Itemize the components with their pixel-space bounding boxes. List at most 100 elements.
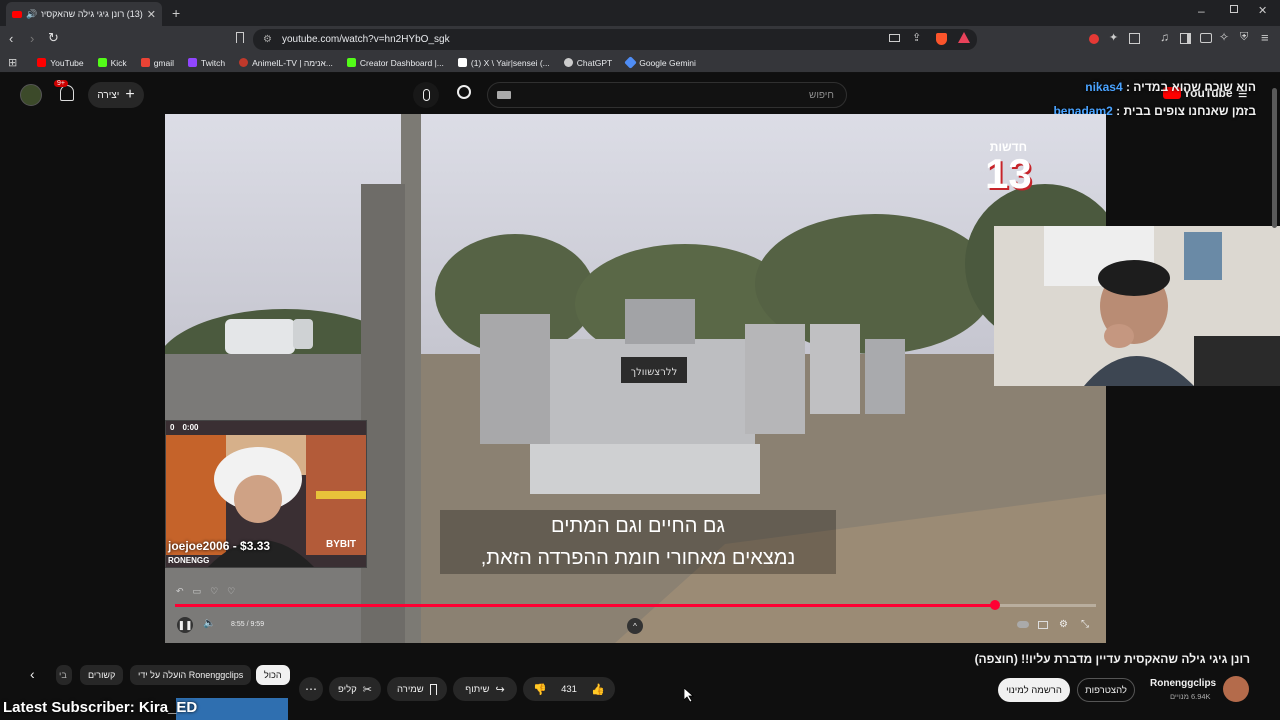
- plus-icon: +: [125, 86, 135, 103]
- time-display: 8:55 / 9:59: [231, 621, 265, 628]
- screen-cast-icon[interactable]: [889, 34, 900, 42]
- volume-icon[interactable]: 🔈: [203, 618, 215, 629]
- close-tab-icon[interactable]: ✕: [147, 8, 156, 21]
- chat-message: הוא שוכח שהוא במדיה :: [1125, 80, 1256, 94]
- bookmark-label: Creator Dashboard |...: [359, 57, 444, 68]
- screenshot-icon[interactable]: [1129, 33, 1140, 44]
- rewards-icon[interactable]: [958, 32, 970, 43]
- like-small-icon[interactable]: ♡: [227, 586, 235, 597]
- forward-icon[interactable]: ›: [30, 31, 34, 46]
- create-button[interactable]: יצירה +: [88, 82, 144, 108]
- bookmark-page-icon[interactable]: [236, 32, 244, 43]
- clip-button[interactable]: קליפ ✂: [329, 677, 381, 701]
- x-icon: [457, 58, 467, 67]
- bookmark-gemini[interactable]: Google Gemini: [624, 56, 696, 69]
- chat-line: nikas4 הוא שוכח שהוא במדיה :: [1085, 80, 1256, 94]
- page-scrollbar[interactable]: [1272, 88, 1277, 228]
- progress-handle[interactable]: [989, 600, 1000, 610]
- mouse-cursor-icon: [684, 688, 694, 702]
- bookmark-youtube[interactable]: YouTube: [37, 57, 84, 68]
- avatar[interactable]: [20, 84, 42, 106]
- menu-icon[interactable]: ≡: [1261, 30, 1269, 45]
- bookmark-label: ChatGPT: [576, 57, 613, 68]
- site-info-icon[interactable]: ⚙: [263, 34, 272, 45]
- chevron-up-icon[interactable]: ^: [627, 618, 643, 634]
- dislike-small-icon[interactable]: ♡: [210, 586, 218, 597]
- youtube-favicon-icon: [12, 10, 22, 18]
- search-placeholder: חיפוש: [809, 89, 834, 101]
- subscribe-button[interactable]: הרשמה למינוי: [998, 678, 1070, 702]
- url-field[interactable]: ⚙ youtube.com/watch?v=hn2HYbO_sgk: [253, 29, 977, 50]
- fullscreen-exit-icon[interactable]: ⤡: [1081, 619, 1089, 630]
- chip-uploaded-by[interactable]: Ronenggclips הועלה על ידי: [130, 665, 252, 685]
- chip-label: Ronenggclips הועלה על ידי: [138, 670, 244, 680]
- save-label: שמירה: [397, 683, 424, 695]
- bookmark-creator-dashboard[interactable]: Creator Dashboard |...: [346, 57, 444, 68]
- share-page-icon[interactable]: ⇪: [912, 31, 921, 44]
- settings-icon[interactable]: ⚙: [1059, 619, 1068, 630]
- bookmark-label: Kick: [110, 57, 127, 68]
- more-icon: ⋯: [305, 682, 317, 696]
- sidebar-icon[interactable]: [1180, 33, 1191, 44]
- channel-avatar[interactable]: [1223, 676, 1249, 702]
- bookmark-gmail[interactable]: gmail: [140, 57, 174, 68]
- bookmark-twitch[interactable]: Twitch: [188, 58, 225, 68]
- bookmark-x[interactable]: (1) X \ Yair|sensei (...: [457, 58, 550, 68]
- progress-fill: [175, 604, 995, 607]
- chip-related[interactable]: קשורים: [80, 665, 124, 685]
- search-icon[interactable]: [457, 85, 471, 99]
- bookmark-label: gmail: [153, 57, 174, 68]
- apps-grid-icon[interactable]: ⊞: [8, 56, 17, 69]
- speaker-icon[interactable]: 🔊: [26, 9, 37, 20]
- back-icon[interactable]: ‹: [9, 31, 13, 46]
- autoplay-toggle-icon[interactable]: [1017, 621, 1029, 628]
- music-icon[interactable]: ♫: [1160, 30, 1169, 44]
- search-input[interactable]: חיפוש: [487, 82, 847, 108]
- join-button[interactable]: להצטרפות: [1077, 678, 1135, 702]
- voice-search-icon[interactable]: [413, 82, 439, 108]
- save-button[interactable]: שמירה: [387, 677, 447, 701]
- notifications-icon[interactable]: [60, 85, 74, 101]
- new-tab-icon[interactable]: +: [172, 5, 180, 21]
- url-text: youtube.com/watch?v=hn2HYbO_sgk: [281, 34, 450, 45]
- brand-label: RONENGG: [168, 556, 210, 565]
- channel-name[interactable]: Ronenggclips: [1150, 678, 1216, 689]
- address-toolbar: ‹ › ↻ ⚙ youtube.com/watch?v=hn2HYbO_sgk …: [0, 26, 1280, 53]
- counter-value: 0: [170, 423, 175, 432]
- extensions-icon[interactable]: ✦: [1109, 31, 1118, 44]
- brave-shield-icon[interactable]: [936, 33, 947, 45]
- close-window-icon[interactable]: ✕: [1258, 4, 1267, 17]
- comment-icon[interactable]: ▭: [193, 586, 202, 597]
- youtube-icon: [37, 58, 47, 67]
- pause-icon[interactable]: ❚❚: [177, 617, 193, 633]
- like-icon[interactable]: 👍: [591, 683, 605, 696]
- share-icon: ↪: [495, 683, 505, 696]
- keyboard-icon[interactable]: [497, 91, 511, 99]
- maximize-icon[interactable]: [1230, 5, 1238, 13]
- bookmarks-bar: ⊞ YouTube Kick gmail Twitch AnimeIL-TV |…: [0, 53, 1280, 73]
- vpn-icon[interactable]: ⛨: [1240, 31, 1248, 44]
- bookmark-animeil[interactable]: AnimeIL-TV | אנימה...: [239, 58, 333, 68]
- minimize-icon[interactable]: –: [1198, 4, 1205, 18]
- extension-red-icon[interactable]: [1089, 34, 1099, 44]
- chat-user: nikas4: [1085, 80, 1123, 94]
- bookmark-chatgpt[interactable]: ChatGPT: [563, 57, 613, 68]
- like-count[interactable]: 431: [561, 684, 577, 695]
- ai-icon[interactable]: ✧: [1219, 30, 1229, 44]
- chip-partial[interactable]: בי: [56, 665, 72, 685]
- bookmark-label: YouTube: [50, 57, 84, 68]
- share-button[interactable]: שיתוף ↪: [453, 677, 517, 701]
- browser-tab[interactable]: 🔊 (13) רונן גיגי גילה שהאקסית ע ✕: [6, 2, 162, 26]
- subscribe-label: הרשמה למינוי: [1006, 684, 1062, 696]
- bookmark-kick[interactable]: Kick: [97, 57, 127, 68]
- timer-value: 0:00: [182, 423, 199, 432]
- dislike-icon[interactable]: 👎: [533, 683, 547, 696]
- reply-icon[interactable]: ↶: [176, 586, 184, 597]
- progress-bar[interactable]: [175, 600, 1096, 610]
- reload-icon[interactable]: ↻: [48, 30, 59, 46]
- subtitles-icon[interactable]: [1038, 621, 1048, 629]
- wallet-icon[interactable]: [1200, 33, 1212, 43]
- chip-scroll-left-icon[interactable]: ‹: [30, 666, 35, 682]
- more-actions-button[interactable]: ⋯: [299, 677, 323, 701]
- chip-all[interactable]: הכול: [256, 665, 290, 685]
